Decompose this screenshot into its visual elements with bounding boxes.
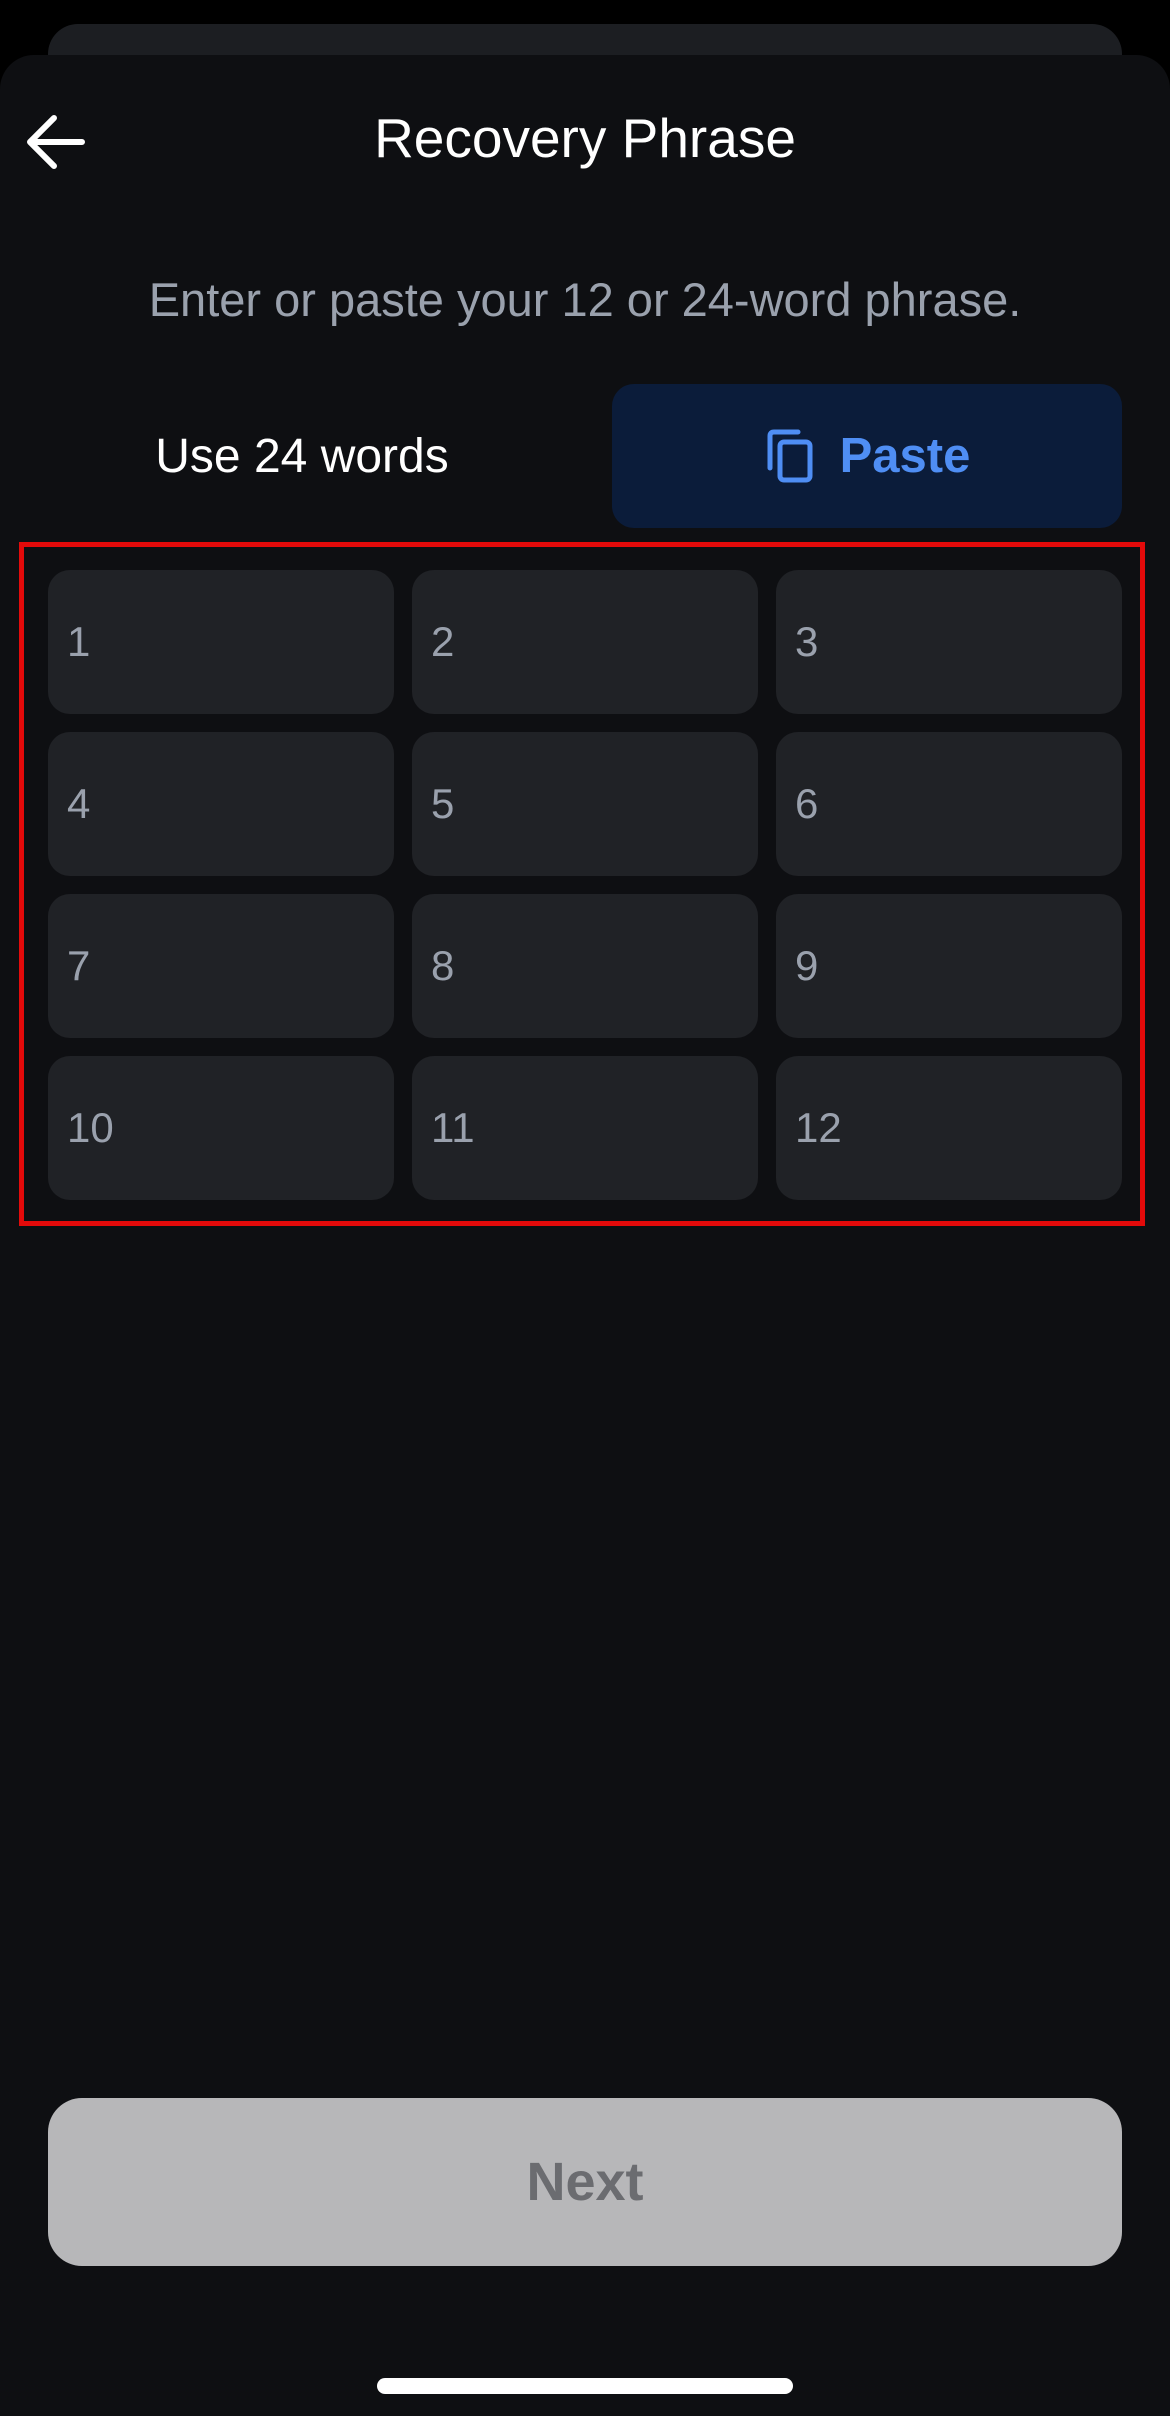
page-title: Recovery Phrase [374, 107, 796, 169]
home-indicator [377, 2378, 793, 2394]
word-field-3[interactable]: 3 [776, 570, 1122, 714]
paste-button[interactable]: Paste [612, 384, 1122, 528]
use-24-words-button[interactable]: Use 24 words [48, 384, 556, 528]
next-label: Next [526, 2152, 644, 2212]
word-field-7[interactable]: 7 [48, 894, 394, 1038]
instruction-text: Enter or paste your 12 or 24-word phrase… [148, 273, 1022, 326]
word-field-1[interactable]: 1 [48, 570, 394, 714]
copy-icon [764, 428, 816, 484]
word-field-2[interactable]: 2 [412, 570, 758, 714]
word-field-5[interactable]: 5 [412, 732, 758, 876]
next-button[interactable]: Next [48, 2098, 1122, 2266]
use-24-words-label: Use 24 words [155, 429, 449, 483]
paste-label: Paste [839, 429, 971, 483]
word-field-4[interactable]: 4 [48, 732, 394, 876]
word-field-11[interactable]: 11 [412, 1056, 758, 1200]
word-fields-grid: 1 2 3 4 5 6 7 8 9 10 11 12 [48, 570, 1122, 1200]
word-field-10[interactable]: 10 [48, 1056, 394, 1200]
word-field-12[interactable]: 12 [776, 1056, 1122, 1200]
word-field-6[interactable]: 6 [776, 732, 1122, 876]
word-field-9[interactable]: 9 [776, 894, 1122, 1038]
word-field-8[interactable]: 8 [412, 894, 758, 1038]
